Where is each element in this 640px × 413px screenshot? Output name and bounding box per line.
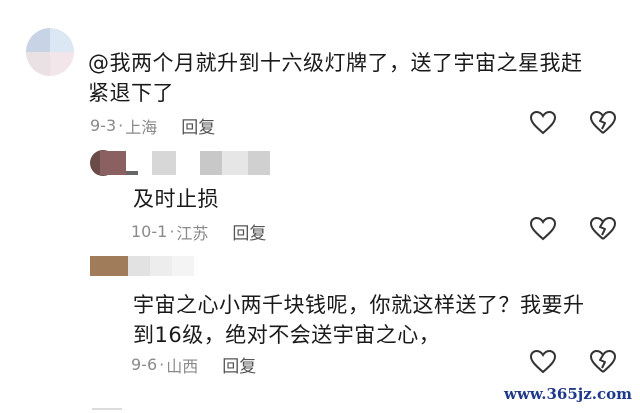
comment-text-line: 紧退下了 (88, 81, 174, 105)
comment-meta: 9-6 · 山西 回复 (131, 352, 256, 377)
username-redacted (100, 151, 270, 175)
reply-button[interactable]: 回复 (181, 113, 215, 138)
separator: · (169, 222, 175, 241)
avatar-tile (26, 28, 50, 52)
username-redacted (90, 256, 194, 276)
reply-button[interactable]: 回复 (232, 219, 266, 244)
broken-heart-icon[interactable] (589, 110, 617, 136)
reply-button[interactable]: 回复 (222, 352, 256, 377)
broken-heart-icon[interactable] (589, 349, 617, 375)
comment-text-line: 到16级，绝对不会送宇宙之心， (133, 323, 441, 347)
avatar-tile (50, 28, 74, 52)
heart-outline-icon[interactable] (529, 349, 557, 375)
avatar[interactable] (26, 28, 74, 76)
heart-outline-icon[interactable] (529, 216, 557, 242)
separator: · (118, 116, 124, 135)
watermark: www.365jz.com (504, 385, 632, 403)
comment-date: 10-1 (131, 222, 168, 241)
comment-date: 9-6 (131, 355, 158, 374)
next-comment-hint (92, 408, 122, 410)
separator: · (159, 355, 165, 374)
comment-meta: 10-1 · 江苏 回复 (131, 219, 266, 244)
comment-text-line: 宇宙之心小两千块钱呢，你就这样送了？我要升 (133, 293, 585, 317)
comment-location: 江苏 (176, 223, 209, 243)
broken-heart-icon[interactable] (589, 216, 617, 242)
comment-date: 9-3 (90, 116, 117, 135)
heart-outline-icon[interactable] (529, 110, 557, 136)
avatar-tile (26, 52, 50, 76)
comment-text: 宇宙之心小两千块钱呢，你就这样送了？我要升 到16级，绝对不会送宇宙之心， (133, 290, 585, 350)
comment-text: 及时止损 (133, 184, 219, 214)
comment-meta: 9-3 · 上海 回复 (90, 113, 215, 138)
comment-text-line: @我两个月就升到十六级灯牌了，送了宇宙之星我赶 (88, 51, 583, 75)
comment-location: 山西 (166, 356, 199, 376)
comment-location: 上海 (125, 117, 158, 137)
avatar-tile (50, 52, 74, 76)
comment-text: @我两个月就升到十六级灯牌了，送了宇宙之星我赶 紧退下了 (88, 48, 583, 108)
comment-text-line: 及时止损 (133, 187, 219, 211)
